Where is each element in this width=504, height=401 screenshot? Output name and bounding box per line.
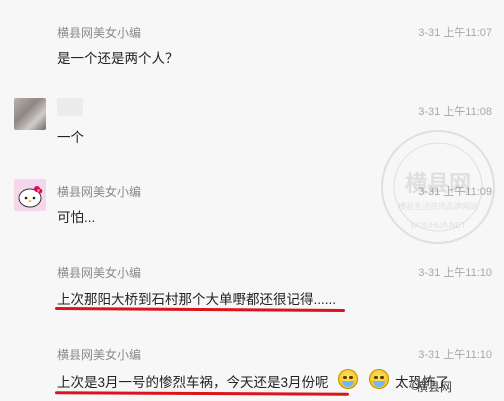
crying-face-icon bbox=[338, 369, 358, 389]
message-text: 上次是3月一号的惨烈车祸，今天还是3月份呢 bbox=[57, 375, 329, 390]
watermark-title: 横县网 bbox=[405, 171, 471, 196]
watermark-url: WOLIHUA.NET bbox=[410, 221, 466, 230]
message-text: 是一个还是两个人？ bbox=[57, 51, 179, 66]
avatar bbox=[14, 98, 46, 130]
chat-screenshot: 横县网美女小编 3-31 上午11:07 是一个还是两个人？ 3-31 上午11… bbox=[0, 0, 504, 401]
chat-message: 横县网美女小编 3-31 上午11:10 上次那阳大桥到石村那个大单嘢都还很记得… bbox=[0, 252, 504, 322]
hello-kitty-icon bbox=[14, 179, 46, 211]
red-underline bbox=[54, 391, 350, 396]
message-time: 3-31 上午11:08 bbox=[418, 106, 492, 118]
sender-name: 横县网美女小编 bbox=[57, 185, 142, 199]
sender-name: 横县网美女小编 bbox=[57, 26, 142, 40]
avatar bbox=[14, 179, 46, 211]
message-time: 3-31 上午11:10 bbox=[418, 267, 492, 279]
sender-name bbox=[57, 98, 83, 116]
message-text: 可怕... bbox=[57, 210, 96, 225]
message-text: 上次那阳大桥到石村那个大单嘢都还很记得...... bbox=[57, 292, 337, 307]
crying-face-icon bbox=[369, 369, 389, 389]
watermark-bottom-label: 横县网 bbox=[416, 380, 453, 394]
message-time: 3-31 上午11:10 bbox=[418, 349, 492, 361]
message-time: 3-31 上午11:07 bbox=[418, 27, 492, 39]
sender-name: 横县网美女小编 bbox=[57, 266, 142, 280]
message-text: 一个 bbox=[57, 130, 84, 145]
red-underline bbox=[54, 306, 346, 313]
sender-name: 横县网美女小编 bbox=[57, 348, 142, 362]
watermark-subtitle: 横县生活资讯品牌网站 bbox=[398, 201, 478, 211]
chat-message: 横县网美女小编 3-31 上午11:07 是一个还是两个人？ bbox=[0, 0, 504, 66]
watermark-logo: 横县网 横县生活资讯品牌网站 WOLIHUA.NET bbox=[381, 130, 495, 244]
